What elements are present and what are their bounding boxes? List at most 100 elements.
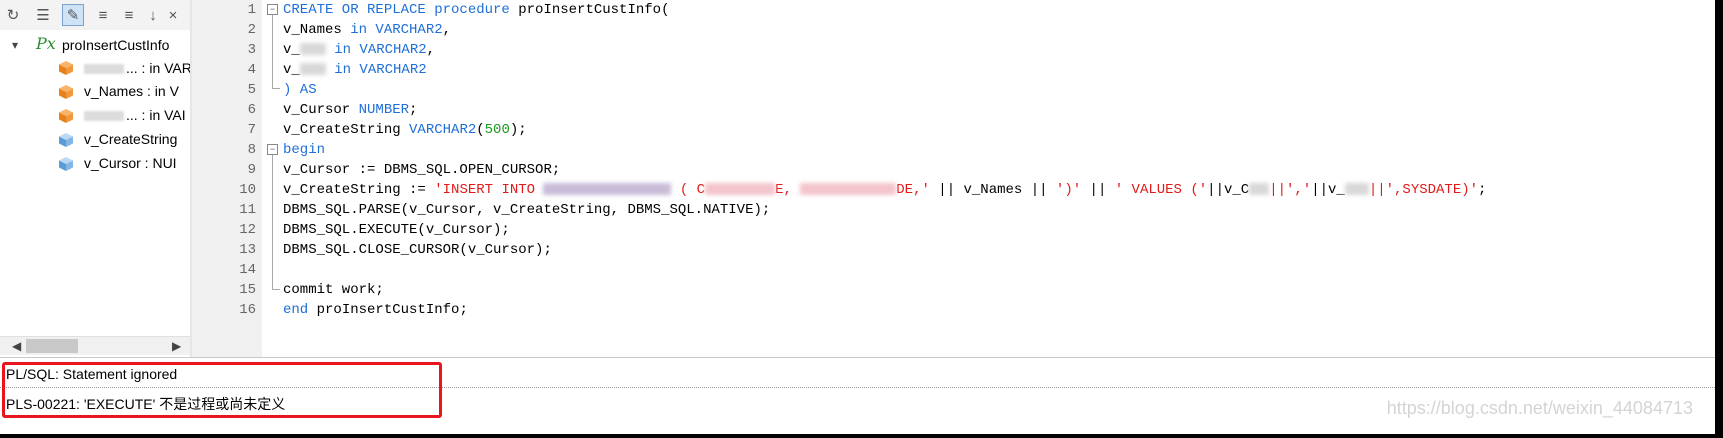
scroll-left-icon[interactable]: ◀ (12, 337, 21, 355)
punctuation: , (442, 22, 452, 38)
tree-item-param-3[interactable]: ... : in VAI (84, 104, 186, 126)
edit-icon[interactable]: ✎ (62, 4, 84, 26)
identifier: v_ (283, 62, 300, 78)
code-editor[interactable]: CREATE OR REPLACE procedure proInsertCus… (283, 0, 1713, 357)
code-line-10: v_CreateString := 'INSERT INTO ( C E, DE,… (283, 180, 1486, 200)
punctuation: ; (409, 102, 418, 118)
panel-divider (0, 357, 1715, 358)
string-literal: ||',SYSDATE)' (1368, 182, 1479, 198)
code-line-9: v_Cursor := DBMS_SQL.OPEN_CURSOR; (283, 162, 561, 178)
string-literal: ')' (1055, 182, 1082, 198)
tree-item-param-1[interactable]: ... : in VAR (84, 57, 190, 79)
identifier: ||v_C (1207, 182, 1250, 198)
identifier: proInsertCustInfo( (509, 2, 670, 18)
identifier: ||v_ (1311, 182, 1345, 198)
tree-horizontal-scrollbar[interactable]: ◀ ▶ (0, 336, 190, 355)
punctuation: ); (509, 122, 527, 138)
identifier: v_Names (283, 22, 351, 38)
fold-minus-icon[interactable]: − (267, 144, 278, 155)
identifier: v_CreateString (283, 122, 410, 138)
code-line-15: commit work; (283, 282, 384, 298)
identifier: proInsertCustInfo; (308, 302, 468, 318)
redacted-text (705, 183, 776, 196)
code-line-7: v_CreateString VARCHAR2(500); (283, 120, 527, 140)
line-number: 16 (239, 302, 256, 318)
fold-guide-end (272, 289, 280, 290)
code-line-1: CREATE OR REPLACE procedure proInsertCus… (283, 0, 669, 20)
code-line-6: v_Cursor NUMBER; (283, 100, 417, 120)
param-cube-icon (59, 85, 73, 99)
variable-cube-icon (59, 157, 73, 171)
keyword: CREATE OR REPLACE procedure (283, 2, 510, 18)
code-line-5: ) AS (283, 82, 317, 98)
chevron-down-icon[interactable]: ▾ (12, 38, 18, 52)
procedure-icon: Px (36, 34, 56, 53)
line-number: 3 (247, 42, 256, 58)
object-toolbar: ↻ ☰ ✎ ≡ ≡ ↓ × (0, 0, 190, 31)
scroll-right-icon[interactable]: ▶ (172, 337, 181, 355)
watermark: https://blog.csdn.net/weixin_44084713 (1386, 398, 1693, 418)
plsql-editor-window: ↻ ☰ ✎ ≡ ≡ ↓ × ▾ Px proInsertCustInfo ...… (0, 0, 1715, 434)
identifier: v_ (283, 42, 300, 58)
punctuation: , (426, 42, 436, 58)
operator: || (1081, 182, 1115, 198)
fold-guide-line (272, 155, 273, 289)
string-literal: ' VALUES (' (1114, 182, 1208, 198)
scrollbar-thumb[interactable] (26, 339, 78, 353)
fold-guide-end (272, 88, 280, 89)
string-literal: DE,' (896, 182, 930, 198)
list-icon[interactable]: ☰ (32, 4, 54, 26)
code-line-8: begin (283, 142, 326, 158)
code-line-11: DBMS_SQL.PARSE(v_Cursor, v_CreateString,… (283, 202, 771, 218)
fold-guide-line (272, 15, 273, 89)
code-line-16: end proInsertCustInfo; (283, 300, 468, 320)
keyword: end (283, 302, 309, 318)
line-number: 12 (239, 222, 256, 238)
filter-icon[interactable]: ≡ (118, 4, 140, 26)
identifier: v_CreateString := (283, 182, 435, 198)
tree-item-variable-1[interactable]: v_CreateString (84, 128, 177, 150)
redacted-text (299, 63, 326, 76)
string-literal: ( C (671, 182, 706, 198)
fold-minus-icon[interactable]: − (267, 4, 278, 15)
close-icon[interactable]: × (162, 4, 184, 26)
code-line-2: v_Names in VARCHAR2, (283, 20, 451, 40)
line-number: 6 (247, 102, 256, 118)
param-cube-icon (59, 61, 73, 75)
redacted-text (800, 183, 897, 196)
line-number: 10 (239, 182, 256, 198)
error-highlight-box (2, 362, 442, 418)
keyword: in VARCHAR2 (334, 62, 427, 78)
code-line-3: v_ in VARCHAR2, (283, 40, 435, 60)
line-number: 11 (239, 202, 256, 218)
code-line-12: DBMS_SQL.EXECUTE(v_Cursor); (283, 222, 510, 238)
code-line-13: DBMS_SQL.CLOSE_CURSOR(v_Cursor); (283, 242, 552, 258)
line-number: 13 (239, 242, 256, 258)
keyword: in VARCHAR2 (350, 22, 443, 38)
line-number-gutter: 1 2 3 4 5 6 7 8 9 10 11 12 13 14 15 16 (192, 0, 262, 357)
punctuation: ( (476, 122, 485, 138)
punctuation: ; (1478, 182, 1487, 198)
string-literal: ||',' (1269, 182, 1312, 198)
arrow-down-icon[interactable]: ↓ (142, 4, 164, 26)
redacted-text (1344, 183, 1369, 196)
identifier: || v_Names || (929, 182, 1056, 198)
refresh-icon[interactable]: ↻ (2, 4, 24, 26)
variable-cube-icon (59, 133, 73, 147)
line-number: 15 (239, 282, 256, 298)
identifier: v_Cursor (283, 102, 359, 118)
number-literal: 500 (484, 122, 510, 138)
tree-item-variable-2[interactable]: v_Cursor : NUI (84, 152, 177, 174)
sort-icon[interactable]: ≡ (92, 4, 114, 26)
keyword: VARCHAR2 (409, 122, 477, 138)
line-number: 7 (247, 122, 256, 138)
line-number: 5 (247, 82, 256, 98)
param-cube-icon (59, 109, 73, 123)
keyword: NUMBER (358, 102, 410, 118)
keyword: in VARCHAR2 (334, 42, 427, 58)
line-number: 8 (247, 142, 256, 158)
tree-root-procedure[interactable]: proInsertCustInfo (62, 34, 169, 56)
tree-item-param-2[interactable]: v_Names : in V (84, 80, 179, 102)
redacted-text (1249, 183, 1270, 196)
line-number: 2 (247, 22, 256, 38)
